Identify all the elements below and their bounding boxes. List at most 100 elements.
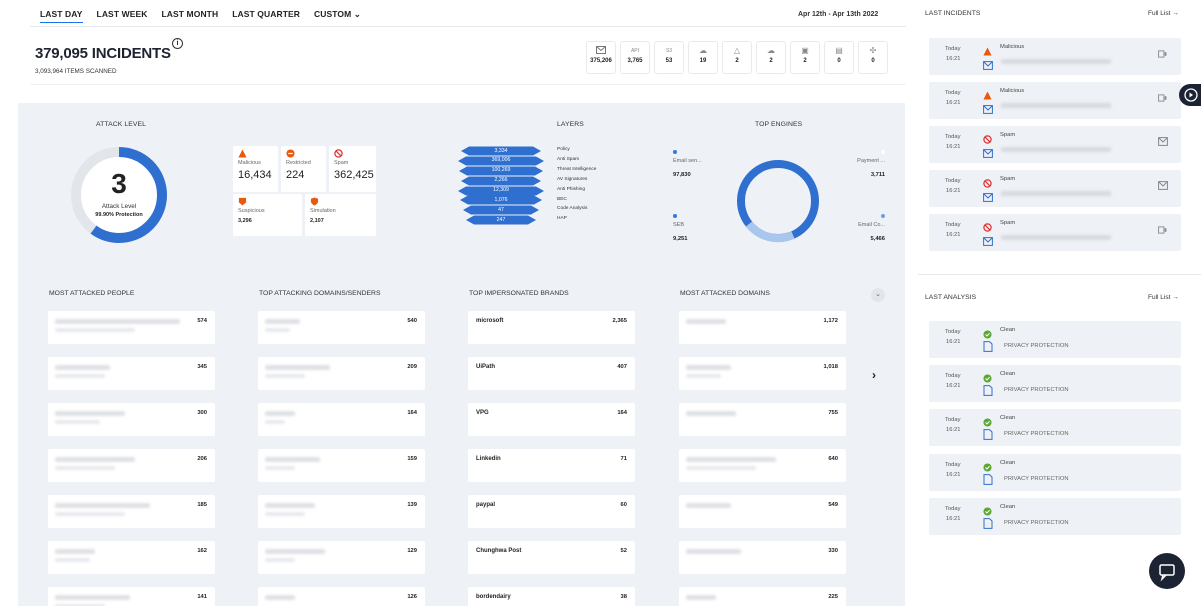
analysis-status: Clean xyxy=(1000,327,1016,333)
channel-api[interactable]: API 3,765 xyxy=(620,41,650,74)
analysis-card[interactable]: Today 16:21 Clean PRIVACY PROTECTION xyxy=(929,409,1181,446)
layer-row[interactable]: 2,266 xyxy=(458,176,558,186)
attacked-person-card[interactable]: 300 xyxy=(48,403,215,436)
redacted-text xyxy=(265,512,305,516)
chat-button[interactable] xyxy=(1149,553,1185,589)
brand-card[interactable]: VPG 164 xyxy=(468,403,635,436)
layer-row[interactable]: 12,309 xyxy=(458,186,558,196)
redacted-text xyxy=(686,503,731,508)
layer-row[interactable]: 100,269 xyxy=(458,166,558,176)
channel-icon xyxy=(1158,89,1167,102)
attacked-person-card[interactable]: 345 xyxy=(48,357,215,390)
tab-last-week[interactable]: LAST WEEK xyxy=(97,9,148,23)
last-incidents-title: LAST INCIDENTS xyxy=(925,10,981,17)
incident-card[interactable]: Today 16:21 Spam xyxy=(929,214,1181,251)
top-engines-title: TOP ENGINES xyxy=(755,121,803,128)
attacking-sender-card[interactable]: 126 xyxy=(258,587,425,606)
attacked-person-card[interactable]: 185 xyxy=(48,495,215,528)
attacking-sender-card[interactable]: 159 xyxy=(258,449,425,482)
category-spam[interactable]: Spam 362,425 xyxy=(329,146,376,192)
attacking-sender-card[interactable]: 540 xyxy=(258,311,425,344)
tab-custom[interactable]: CUSTOM ⌄ xyxy=(314,9,361,23)
brand-card[interactable]: paypal 60 xyxy=(468,495,635,528)
attacking-sender-card[interactable]: 129 xyxy=(258,541,425,574)
incident-card[interactable]: Today 16:21 Malicious xyxy=(929,38,1181,75)
channel-teams[interactable]: ▣ 2 xyxy=(790,41,820,74)
side-panel-toggle[interactable] xyxy=(1179,84,1201,106)
attack-level-title: ATTACK LEVEL xyxy=(96,121,147,128)
count-value: 162 xyxy=(197,548,207,554)
attacked-domain-card[interactable]: 549 xyxy=(679,495,846,528)
incident-type: Spam xyxy=(1000,132,1016,138)
category-simulation[interactable]: Simulation 2,107 xyxy=(305,194,376,236)
suspicious-icon xyxy=(238,197,247,206)
attacked-domain-card[interactable]: 225 xyxy=(679,587,846,606)
analysis-card[interactable]: Today 16:21 Clean PRIVACY PROTECTION xyxy=(929,454,1181,491)
attacked-domain-card[interactable]: 330 xyxy=(679,541,846,574)
analysis-detail: PRIVACY PROTECTION xyxy=(1004,343,1069,349)
layer-row[interactable]: 369,006 xyxy=(458,156,558,166)
redacted-text xyxy=(1001,59,1111,64)
channel-icon xyxy=(1158,45,1167,58)
attacked-person-card[interactable]: 206 xyxy=(48,449,215,482)
incidents-full-list-link[interactable]: Full List → xyxy=(1148,10,1179,17)
attacking-sender-card[interactable]: 164 xyxy=(258,403,425,436)
attacked-domain-card[interactable]: 640 xyxy=(679,449,846,482)
channel-settings[interactable]: ✣ 0 xyxy=(858,41,888,74)
channel-icon xyxy=(1158,177,1168,190)
incident-day: Today xyxy=(945,90,961,96)
analysis-status: Clean xyxy=(1000,504,1016,510)
brand-card[interactable]: microsoft 2,365 xyxy=(468,311,635,344)
analysis-card[interactable]: Today 16:21 Clean PRIVACY PROTECTION xyxy=(929,365,1181,402)
info-icon[interactable]: i xyxy=(172,38,183,49)
tab-last-month[interactable]: LAST MONTH xyxy=(162,9,219,23)
layer-row[interactable]: 247 xyxy=(458,215,558,225)
engine-seb[interactable]: SEB 9,251 xyxy=(673,214,688,242)
analysis-full-list-link[interactable]: Full List → xyxy=(1148,294,1179,301)
incident-time: 16:21 xyxy=(946,188,961,194)
engine-email-sender[interactable]: Email sen... 97,830 xyxy=(673,150,702,178)
channel-slack[interactable]: ▤ 0 xyxy=(824,41,854,74)
incident-card[interactable]: Today 16:21 Spam xyxy=(929,126,1181,163)
attacked-domain-card[interactable]: 1,172 xyxy=(679,311,846,344)
brand-card[interactable]: Chunghwa Post 52 xyxy=(468,541,635,574)
engine-payment[interactable]: Payment ... 3,711 xyxy=(845,150,885,178)
brand-card[interactable]: UiPath 407 xyxy=(468,357,635,390)
layer-row[interactable]: 47 xyxy=(458,205,558,215)
channel-chat[interactable]: ☁ 2 xyxy=(756,41,786,74)
engine-email-co[interactable]: Email Co... 5,466 xyxy=(845,214,885,242)
attacked-person-card[interactable]: 574 xyxy=(48,311,215,344)
layer-row[interactable]: 3,334 xyxy=(458,146,558,156)
channel-cloud[interactable]: ☁ 19 xyxy=(688,41,718,74)
category-malicious[interactable]: Malicious 16,434 xyxy=(233,146,278,192)
channel-s3[interactable]: S3 53 xyxy=(654,41,684,74)
spam-icon xyxy=(334,149,343,158)
chevron-right-icon[interactable]: › xyxy=(872,368,876,382)
count-value: 574 xyxy=(197,318,207,324)
attacking-sender-card[interactable]: 209 xyxy=(258,357,425,390)
analysis-card[interactable]: Today 16:21 Clean PRIVACY PROTECTION xyxy=(929,498,1181,535)
attacking-sender-card[interactable]: 139 xyxy=(258,495,425,528)
tab-last-day[interactable]: LAST DAY xyxy=(40,9,83,23)
brand-name: VPG xyxy=(476,410,489,416)
tab-last-quarter[interactable]: LAST QUARTER xyxy=(232,9,300,23)
chevron-down-icon[interactable]: ⌄ xyxy=(871,288,885,302)
channel-drive[interactable]: △ 2 xyxy=(722,41,752,74)
layer-row[interactable]: 1,076 xyxy=(458,195,558,205)
brand-card[interactable]: Linkedin 71 xyxy=(468,449,635,482)
analysis-card[interactable]: Today 16:21 Clean PRIVACY PROTECTION xyxy=(929,321,1181,358)
attacked-domain-card[interactable]: 1,018 xyxy=(679,357,846,390)
incident-card[interactable]: Today 16:21 Spam xyxy=(929,170,1181,207)
redacted-text xyxy=(265,411,295,416)
incident-card[interactable]: Today 16:21 Malicious xyxy=(929,82,1181,119)
analysis-day: Today xyxy=(945,329,961,335)
attacked-person-card[interactable]: 141 xyxy=(48,587,215,606)
category-suspicious[interactable]: Suspicious 3,296 xyxy=(233,194,302,236)
category-restricted[interactable]: Restricted 224 xyxy=(281,146,326,192)
redacted-text xyxy=(1001,147,1111,152)
channel-mail[interactable]: 375,206 xyxy=(586,41,616,74)
attacked-domain-card[interactable]: 755 xyxy=(679,403,846,436)
count-value: 71 xyxy=(620,456,627,462)
attacked-person-card[interactable]: 162 xyxy=(48,541,215,574)
brand-card[interactable]: bordendairy 38 xyxy=(468,587,635,606)
